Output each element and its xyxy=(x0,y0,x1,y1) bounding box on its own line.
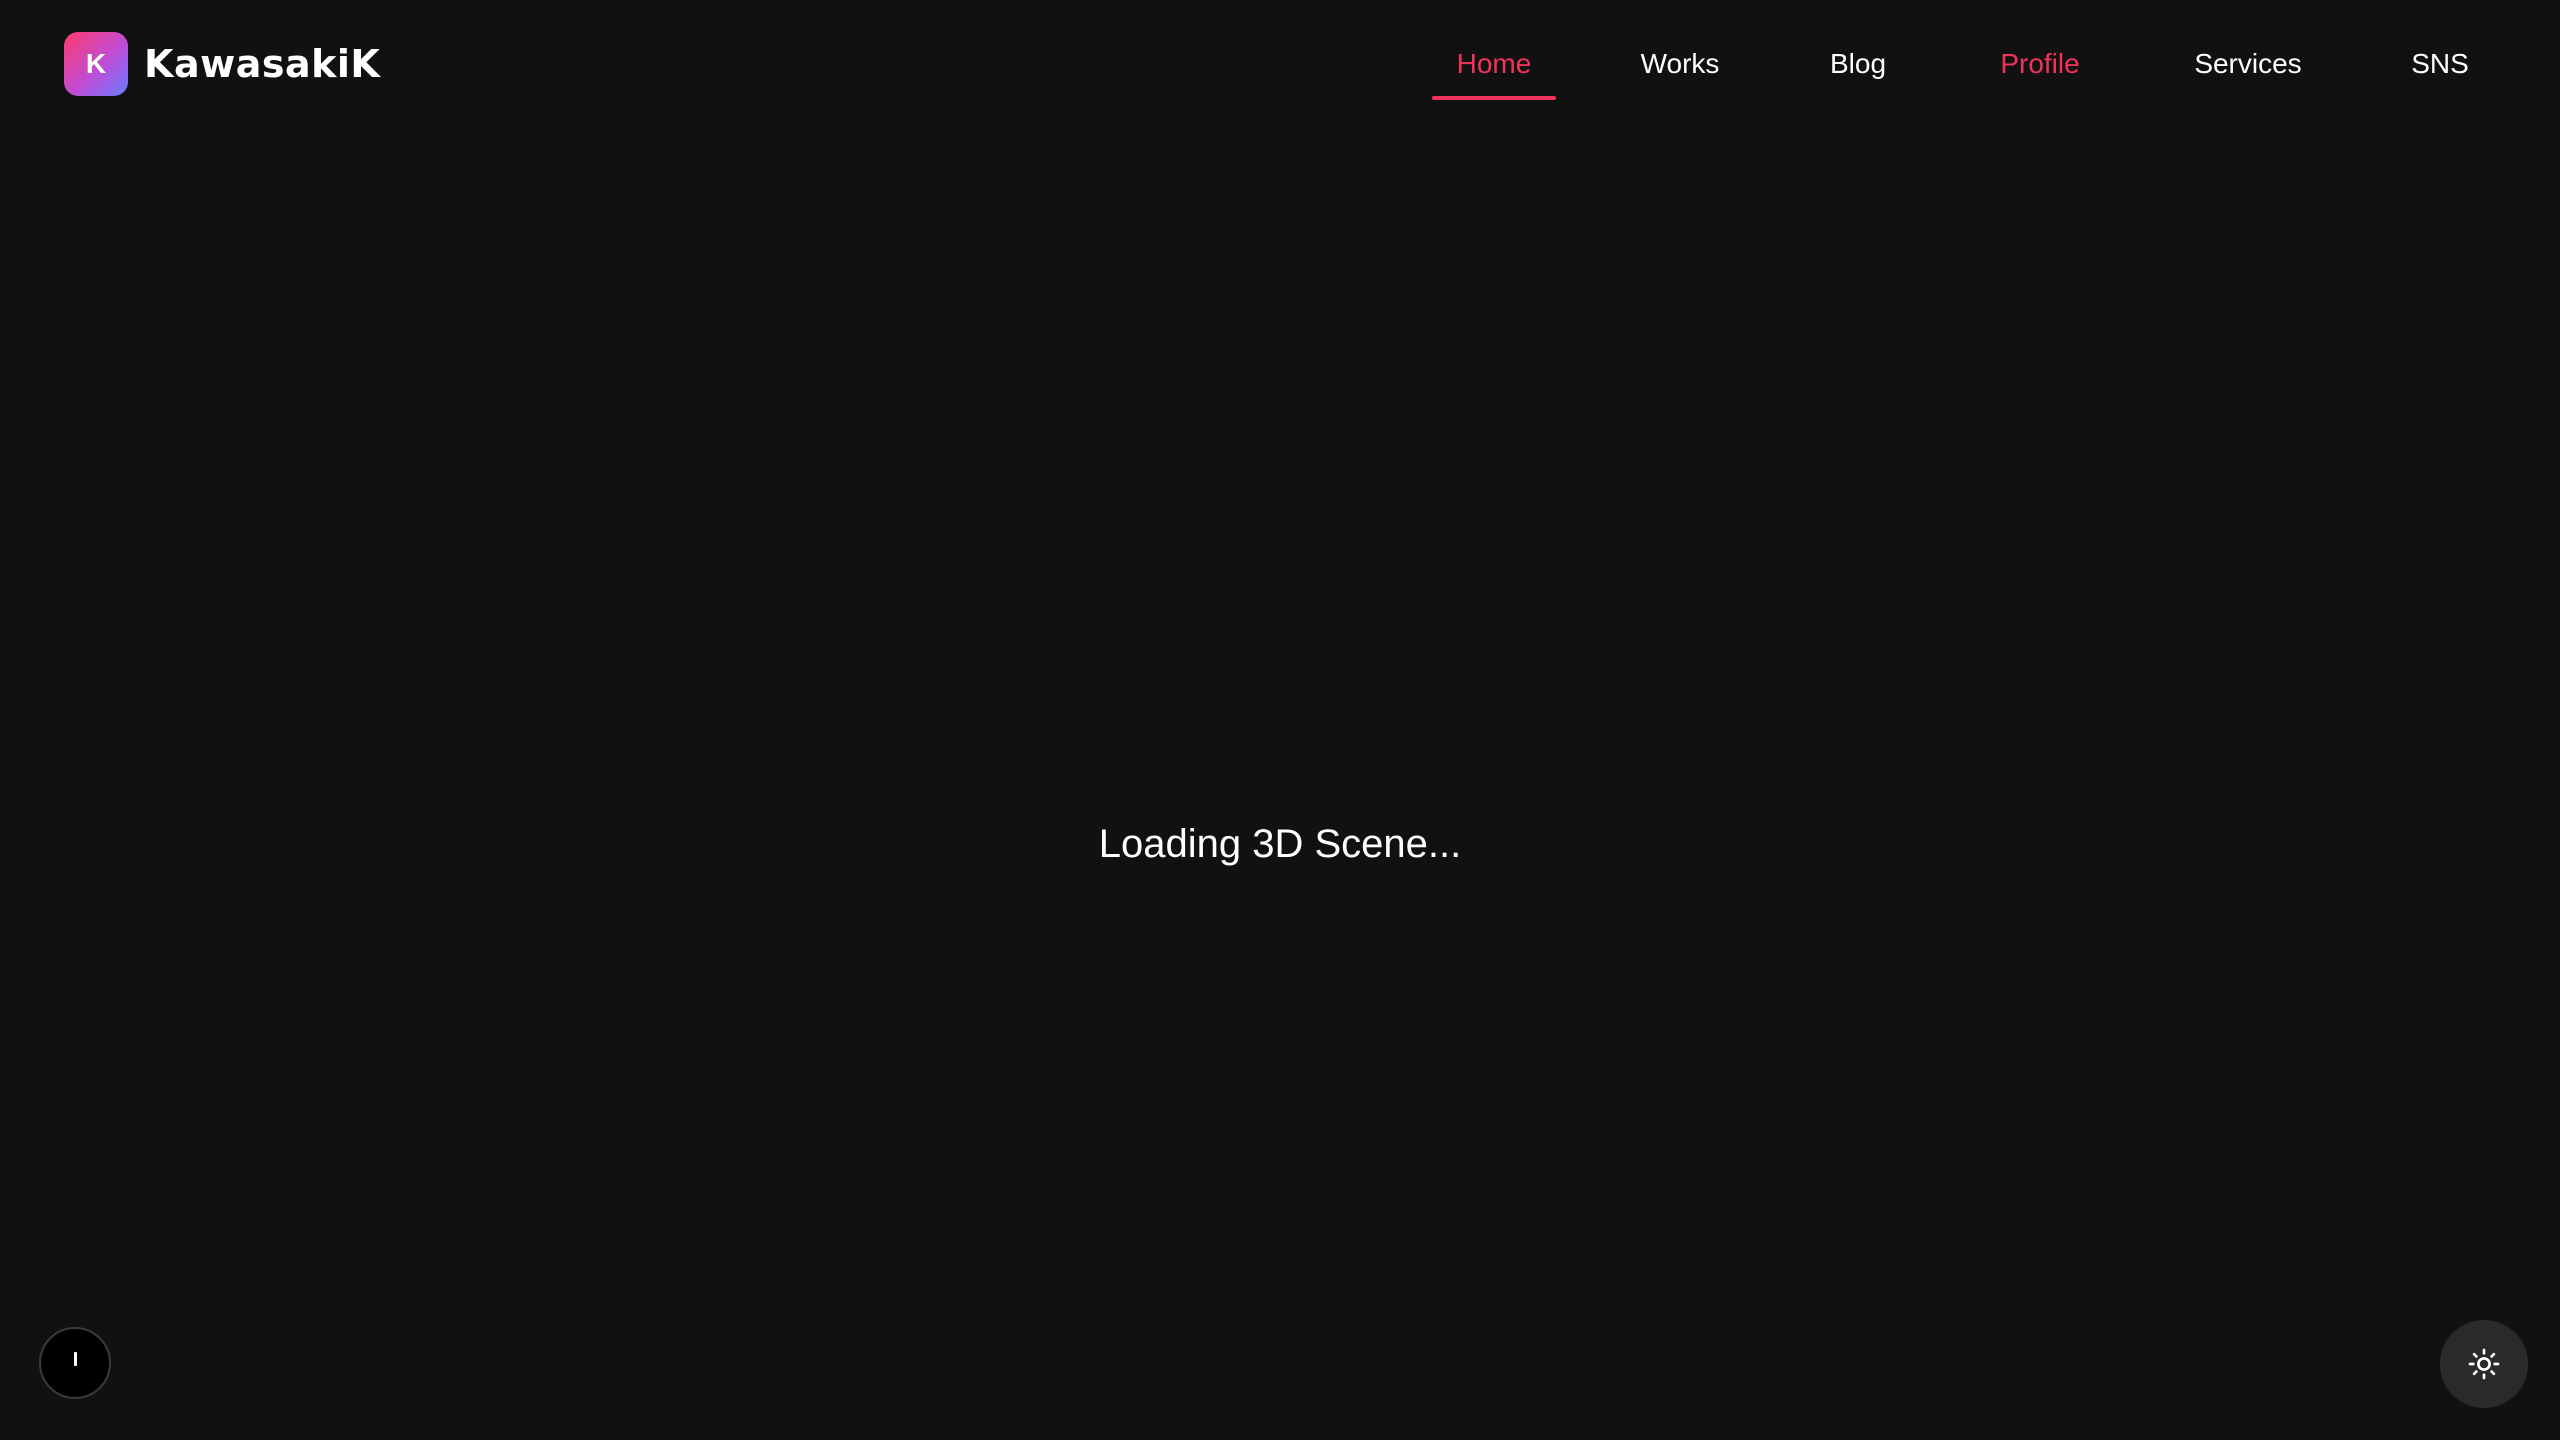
logo-badge: K xyxy=(64,32,128,96)
nav-profile-label: Profile xyxy=(2000,48,2080,79)
nav-works[interactable]: Works xyxy=(1620,30,1740,102)
play-indicator-icon xyxy=(73,1352,77,1366)
nav-works-label: Works xyxy=(1640,48,1720,79)
site-name: KawasakiK xyxy=(144,42,381,86)
nav-sns-label: SNS xyxy=(2411,48,2469,79)
loading-message: Loading 3D Scene... xyxy=(1098,822,1462,866)
sun-icon xyxy=(2468,1348,2500,1380)
page: K KawasakiK Home Works Blog Profile Serv… xyxy=(0,0,2560,1440)
nav-blog-label: Blog xyxy=(1829,48,1887,79)
site-logo[interactable]: K KawasakiK xyxy=(64,32,380,96)
nav-services-label: Services xyxy=(2194,48,2302,79)
nav-services[interactable]: Services xyxy=(2178,30,2318,102)
audio-toggle-button[interactable] xyxy=(39,1327,111,1399)
nav-home[interactable]: Home xyxy=(1432,30,1556,102)
nav-blog[interactable]: Blog xyxy=(1808,30,1908,102)
nav-sns[interactable]: SNS xyxy=(2390,30,2490,102)
nav-active-indicator xyxy=(1432,96,1556,100)
site-header: K KawasakiK Home Works Blog Profile Serv… xyxy=(0,0,2560,130)
logo-badge-letter: K xyxy=(85,48,107,79)
nav-home-label: Home xyxy=(1456,48,1532,79)
nav-profile[interactable]: Profile xyxy=(1980,30,2100,102)
theme-toggle-button[interactable] xyxy=(2440,1320,2528,1408)
